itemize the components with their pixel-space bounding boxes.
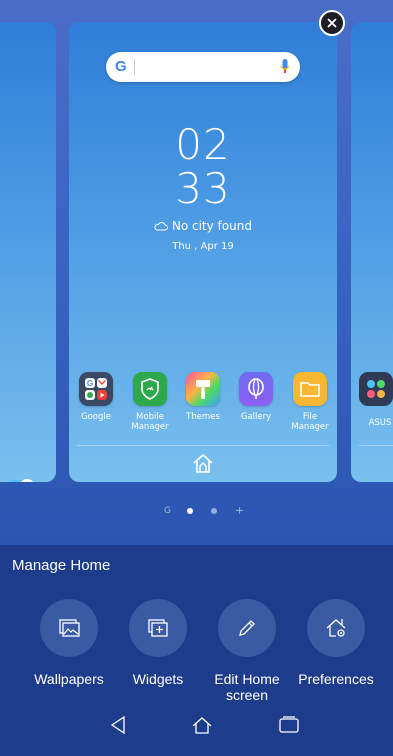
- preferences-button[interactable]: Preferences: [291, 599, 381, 687]
- app-themes[interactable]: Themes: [177, 372, 229, 422]
- toggle-switch[interactable]: [6, 479, 35, 482]
- edit-home-screen-button[interactable]: Edit Home screen: [202, 599, 292, 703]
- page-dot-active[interactable]: [187, 508, 193, 514]
- add-page-button[interactable]: +: [235, 504, 244, 517]
- system-navigation-bar: [0, 700, 393, 756]
- home-icon[interactable]: [190, 451, 216, 475]
- home-screen-preview-right[interactable]: ASUS: [351, 22, 393, 482]
- google-folder-icon: G: [79, 372, 113, 406]
- close-button[interactable]: [319, 10, 345, 36]
- app-label: Gallery: [240, 412, 272, 422]
- panel-title: Manage Home: [12, 557, 111, 574]
- app-label: Themes: [186, 412, 220, 422]
- app-label: Mobile Manager: [131, 412, 169, 432]
- wallpapers-button[interactable]: Wallpapers: [24, 599, 114, 687]
- dock-divider: [77, 445, 329, 446]
- close-icon: [327, 18, 337, 28]
- app-gallery[interactable]: Gallery: [230, 372, 282, 422]
- home-screen-preview-current[interactable]: G 02 33 No city found Thu , Apr 19 G Goo…: [69, 22, 337, 482]
- cloud-icon: [154, 222, 169, 231]
- mobile-manager-icon: [133, 372, 167, 406]
- app-label: File Manager: [291, 412, 329, 432]
- page-dot[interactable]: [211, 508, 217, 514]
- asus-folder-icon: [359, 372, 393, 406]
- option-label: Preferences: [298, 671, 374, 687]
- google-logo-icon: G: [115, 58, 127, 75]
- weather-text: No city found: [171, 219, 252, 233]
- svg-text:G: G: [87, 379, 93, 388]
- app-google[interactable]: G Google: [70, 372, 122, 422]
- widgets-icon: [148, 619, 168, 637]
- back-icon[interactable]: [108, 714, 128, 736]
- home-settings-icon: [326, 619, 346, 637]
- wallpaper-icon: [59, 619, 80, 637]
- widgets-button[interactable]: Widgets: [113, 599, 203, 687]
- option-label: Edit Home screen: [214, 671, 280, 703]
- option-label: Wallpapers: [34, 671, 104, 687]
- option-label: Widgets: [132, 671, 184, 687]
- app-mobile-manager[interactable]: Mobile Manager: [124, 372, 176, 432]
- app-file-manager[interactable]: File Manager: [284, 372, 336, 432]
- microphone-icon[interactable]: [280, 59, 290, 75]
- themes-icon: [186, 372, 220, 406]
- page-indicator: G +: [0, 504, 393, 517]
- app-label: Google: [81, 412, 111, 422]
- gallery-icon: [239, 372, 273, 406]
- date-text: Thu , Apr 19: [172, 241, 234, 252]
- clock-minutes: 33: [175, 164, 231, 213]
- recent-apps-icon[interactable]: [277, 714, 301, 736]
- home-screen-preview-left[interactable]: [0, 22, 56, 482]
- app-label: ASUS: [368, 418, 392, 428]
- google-search-bar[interactable]: G: [106, 52, 300, 82]
- weather-status: No city found: [69, 219, 337, 233]
- google-page-indicator[interactable]: G: [164, 506, 171, 516]
- pencil-icon: [239, 620, 255, 636]
- home-nav-icon[interactable]: [190, 714, 214, 736]
- file-manager-icon: [293, 372, 327, 406]
- clock-hours: 02: [175, 120, 231, 169]
